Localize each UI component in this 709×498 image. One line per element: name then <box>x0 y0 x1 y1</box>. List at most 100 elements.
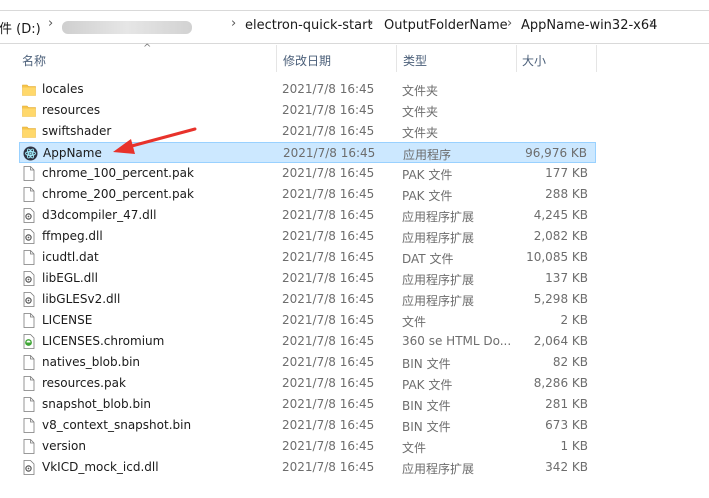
file-name: locales <box>42 82 84 96</box>
file-size: 281 KB <box>545 397 588 411</box>
file-date: 2021/7/8 16:45 <box>282 460 375 474</box>
file-row[interactable]: natives_blob.bin 2021/7/8 16:45 BIN 文件 82 K… <box>19 352 596 373</box>
file-type: PAK 文件 <box>402 189 453 203</box>
file-name: d3dcompiler_47.dll <box>42 208 157 222</box>
file-icon <box>22 376 36 391</box>
blurred-path-segment <box>62 21 192 34</box>
chevron-right-icon[interactable]: › <box>507 16 512 31</box>
chevron-right-icon[interactable]: › <box>48 16 53 31</box>
breadcrumb-segment-3[interactable]: AppName-win32-x64 <box>521 18 657 33</box>
file-row[interactable]: d3dcompiler_47.dll 2021/7/8 16:45 应用程序扩展 4,… <box>19 205 596 226</box>
file-row[interactable]: VkICD_mock_icd.dll 2021/7/8 16:45 应用程序扩展 34… <box>19 457 596 478</box>
column-name[interactable]: 名称 <box>22 52 46 69</box>
file-size: 2 KB <box>560 313 588 327</box>
file-icon <box>22 166 36 181</box>
breadcrumb-drive[interactable]: 文件 (D:) <box>0 18 41 37</box>
breadcrumb-segment-2[interactable]: OutputFolderName <box>384 18 508 33</box>
file-row[interactable]: ffmpeg.dll 2021/7/8 16:45 应用程序扩展 2,082 KB <box>19 226 596 247</box>
file-type: DAT 文件 <box>402 252 454 266</box>
file-size: 10,085 KB <box>526 250 588 264</box>
file-date: 2021/7/8 16:45 <box>282 397 375 411</box>
file-type: 文件 <box>402 441 427 455</box>
file-name: libEGL.dll <box>42 271 98 285</box>
column-header: ^ 名称 修改日期 类型 大小 <box>0 43 709 75</box>
column-divider[interactable] <box>396 45 397 72</box>
file-name: chrome_200_percent.pak <box>42 187 194 201</box>
file-date: 2021/7/8 16:45 <box>282 187 375 201</box>
file-icon <box>22 250 36 265</box>
file-name: snapshot_blob.bin <box>42 397 152 411</box>
file-size: 5,298 KB <box>533 292 588 306</box>
file-name: chrome_100_percent.pak <box>42 166 194 180</box>
file-row[interactable]: LICENSE 2021/7/8 16:45 文件 2 KB <box>19 310 596 331</box>
file-row[interactable]: snapshot_blob.bin 2021/7/8 16:45 BIN 文件 281… <box>19 394 596 415</box>
file-row[interactable]: version 2021/7/8 16:45 文件 1 KB <box>19 436 596 457</box>
dll-icon <box>22 208 36 223</box>
file-size: 96,976 KB <box>525 146 587 160</box>
file-name: resources <box>42 103 101 117</box>
file-size: 137 KB <box>545 271 588 285</box>
file-row[interactable]: chrome_200_percent.pak 2021/7/8 16:45 PAK … <box>19 184 596 205</box>
file-icon <box>22 418 36 433</box>
file-row[interactable]: LICENSES.chromium 2021/7/8 16:45 360 se HT… <box>19 331 596 352</box>
file-row[interactable]: libGLESv2.dll 2021/7/8 16:45 应用程序扩展 5,298 K… <box>19 289 596 310</box>
file-size: 2,082 KB <box>533 229 588 243</box>
file-date: 2021/7/8 16:45 <box>282 376 375 390</box>
file-date: 2021/7/8 16:45 <box>282 334 375 348</box>
dll-icon <box>22 229 36 244</box>
file-name: LICENSES.chromium <box>42 334 165 348</box>
file-date: 2021/7/8 16:45 <box>282 229 375 243</box>
file-date: 2021/7/8 16:45 <box>282 250 375 264</box>
file-row[interactable]: resources 2021/7/8 16:45 文件夹 <box>19 100 596 121</box>
file-icon <box>22 187 36 202</box>
column-divider[interactable] <box>516 45 517 72</box>
file-row[interactable]: locales 2021/7/8 16:45 文件夹 <box>19 79 596 100</box>
column-date[interactable]: 修改日期 <box>283 52 331 69</box>
column-size[interactable]: 大小 <box>522 52 546 69</box>
file-size: 8,286 KB <box>533 376 588 390</box>
file-date: 2021/7/8 16:45 <box>282 439 375 453</box>
file-type: 应用程序 <box>403 148 452 162</box>
file-row[interactable]: AppName 2021/7/8 16:45 应用程序 96,976 KB <box>19 142 596 163</box>
column-divider[interactable] <box>596 45 597 72</box>
chevron-right-icon[interactable]: › <box>231 16 236 31</box>
file-type: BIN 文件 <box>402 420 451 434</box>
html-doc-icon <box>22 334 36 349</box>
file-type: 文件 <box>402 315 427 329</box>
breadcrumb-segment-1[interactable]: electron-quick-start <box>245 18 373 33</box>
address-bar[interactable]: 文件 (D:) › › electron-quick-start › Outpu… <box>0 10 709 44</box>
chevron-right-icon[interactable]: › <box>368 16 373 31</box>
chevron-right-icon[interactable]: › <box>649 16 654 31</box>
file-icon <box>22 355 36 370</box>
file-row[interactable]: swiftshader 2021/7/8 16:45 文件夹 <box>19 121 596 142</box>
file-type: 文件夹 <box>402 105 439 119</box>
file-name: natives_blob.bin <box>42 355 141 369</box>
file-name: libGLESv2.dll <box>42 292 121 306</box>
file-date: 2021/7/8 16:45 <box>282 124 375 138</box>
file-name: LICENSE <box>42 313 93 327</box>
file-date: 2021/7/8 16:45 <box>282 82 375 96</box>
file-size: 2,064 KB <box>533 334 588 348</box>
file-row[interactable]: resources.pak 2021/7/8 16:45 PAK 文件 8,286 K… <box>19 373 596 394</box>
file-size: 342 KB <box>545 460 588 474</box>
file-name: swiftshader <box>42 124 112 138</box>
file-type: 应用程序扩展 <box>402 273 475 287</box>
file-date: 2021/7/8 16:45 <box>283 146 376 160</box>
file-date: 2021/7/8 16:45 <box>282 313 375 327</box>
file-date: 2021/7/8 16:45 <box>282 166 375 180</box>
folder-icon <box>22 103 36 118</box>
file-row[interactable]: libEGL.dll 2021/7/8 16:45 应用程序扩展 137 KB <box>19 268 596 289</box>
column-divider[interactable] <box>276 45 277 72</box>
sort-up-icon: ^ <box>143 43 152 54</box>
file-date: 2021/7/8 16:45 <box>282 418 375 432</box>
file-size: 177 KB <box>545 166 588 180</box>
file-row[interactable]: v8_context_snapshot.bin 2021/7/8 16:45 BIN… <box>19 415 596 436</box>
file-date: 2021/7/8 16:45 <box>282 208 375 222</box>
file-size: 82 KB <box>552 355 588 369</box>
file-type: 文件夹 <box>402 84 439 98</box>
file-row[interactable]: icudtl.dat 2021/7/8 16:45 DAT 文件 10,085 KB <box>19 247 596 268</box>
electron-app-icon <box>23 146 38 161</box>
column-type[interactable]: 类型 <box>403 52 427 69</box>
file-row[interactable]: chrome_100_percent.pak 2021/7/8 16:45 PAK … <box>19 163 596 184</box>
file-size: 4,245 KB <box>533 208 588 222</box>
